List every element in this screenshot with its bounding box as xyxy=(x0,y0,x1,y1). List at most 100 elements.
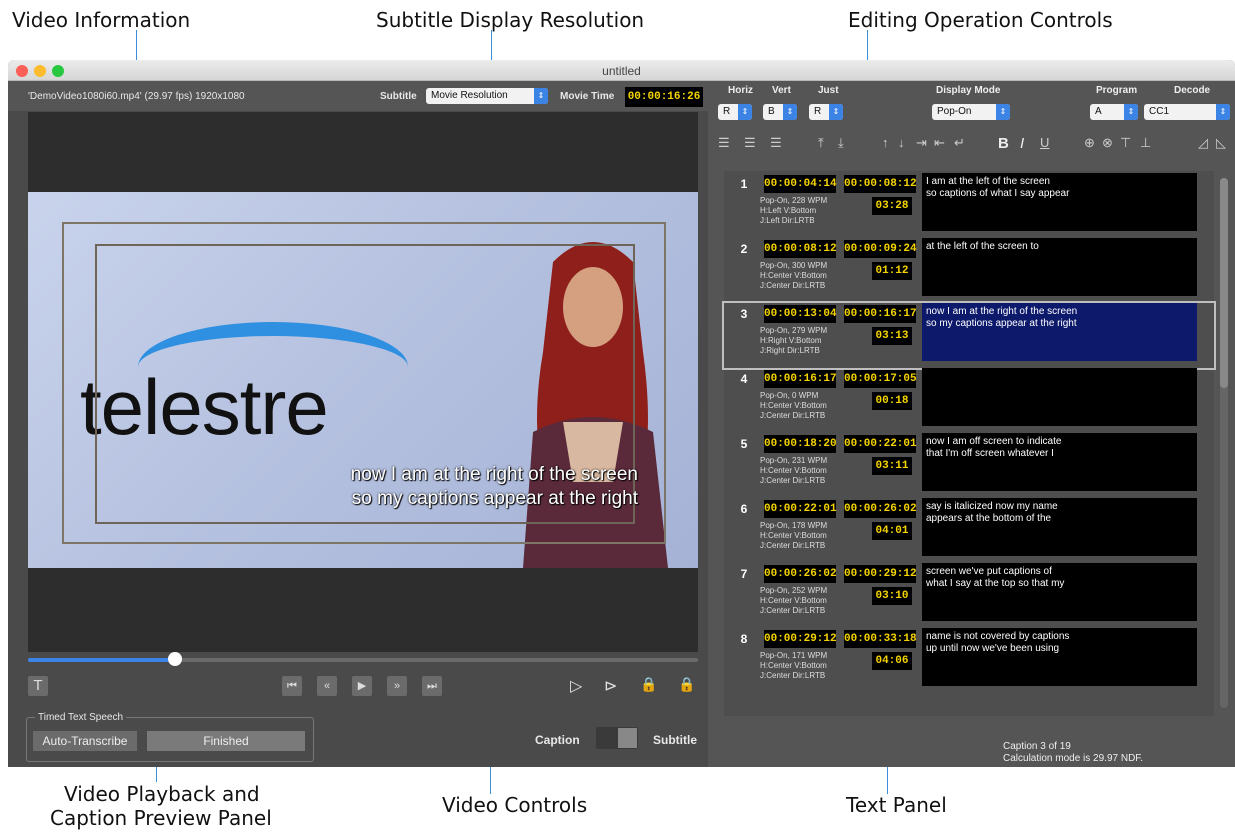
caption-entry[interactable]: 7 00:00:26:02 00:00:29:12 03:10 Pop-On, 252 … xyxy=(724,563,1214,628)
play-caption-icon[interactable]: ▷ xyxy=(570,676,582,696)
caption-text-line2: so my captions appear at the right xyxy=(926,318,1077,329)
caption-number: 8 xyxy=(740,632,748,646)
caption-justification: J:Center Dir:LRTB xyxy=(760,671,826,680)
caption-start-time[interactable]: 00:00:26:02 xyxy=(764,565,837,583)
caption-start-time[interactable]: 00:00:22:01 xyxy=(764,500,837,518)
caption-entry[interactable]: 5 00:00:18:20 00:00:22:01 03:11 Pop-On, 231 … xyxy=(724,433,1214,498)
chevron-updown-icon: ⇕ xyxy=(996,104,1010,120)
caption-start-time[interactable]: 00:00:08:12 xyxy=(764,240,837,258)
caption-text-box[interactable]: now I am off screen to indicate that I'm … xyxy=(922,433,1197,491)
forward-to-end-button[interactable]: ⏭ xyxy=(422,676,442,696)
caption-end-time[interactable]: 00:00:29:12 xyxy=(844,565,917,583)
caption-entry[interactable]: 3 00:00:13:04 00:00:16:17 03:13 Pop-On, 279 … xyxy=(722,301,1216,370)
caption-start-time[interactable]: 00:00:13:04 xyxy=(764,305,837,323)
caption-end-time[interactable]: 00:00:09:24 xyxy=(844,240,917,258)
auto-transcribe-button[interactable]: Auto-Transcribe xyxy=(33,731,137,751)
caption-mode-wpm: Pop-On, 252 WPM xyxy=(760,586,828,595)
arrow-up-icon[interactable]: ↑ xyxy=(882,135,889,150)
timed-text-speech-group: Timed Text Speech Auto-Transcribe Finish… xyxy=(26,712,314,762)
caption-end-time[interactable]: 00:00:16:17 xyxy=(844,305,917,323)
display-mode-select[interactable]: Pop-On ⇕ xyxy=(932,104,1010,120)
caption-text-box[interactable]: now I am at the right of the screen so my… xyxy=(922,303,1197,361)
underline-icon[interactable]: U xyxy=(1040,135,1049,150)
transcribe-status: Finished xyxy=(147,731,305,751)
remove-caption-icon[interactable]: ⊗ xyxy=(1102,135,1113,151)
caption-subtitle-toggle[interactable] xyxy=(596,727,638,749)
caption-entry[interactable]: 2 00:00:08:12 00:00:09:24 01:12 Pop-On, 300 … xyxy=(724,238,1214,303)
horiz-select[interactable]: R ⇕ xyxy=(718,104,752,120)
rewind-button[interactable]: « xyxy=(317,676,337,696)
italic-slant-icon[interactable]: ◿ xyxy=(1198,135,1208,151)
arrow-down-icon[interactable]: ↓ xyxy=(898,135,905,150)
caption-text-box[interactable]: say is italicized now my name appears at … xyxy=(922,498,1197,556)
caption-list-scrollbar[interactable] xyxy=(1220,178,1228,708)
chevron-updown-icon: ⇕ xyxy=(783,104,797,120)
subtitle-resolution-select[interactable]: Movie Resolution ⇕ xyxy=(426,88,548,104)
return-icon[interactable]: ↵ xyxy=(954,135,965,151)
caption-start-time[interactable]: 00:00:18:20 xyxy=(764,435,837,453)
forward-button[interactable]: » xyxy=(387,676,407,696)
chevron-updown-icon: ⇕ xyxy=(829,104,843,120)
caption-mode-wpm: Pop-On, 178 WPM xyxy=(760,521,828,530)
rewind-to-start-button[interactable]: ⏮ xyxy=(282,676,302,696)
callout-video-playback-line1: Video Playback and xyxy=(64,782,260,806)
insert-above-icon[interactable]: ⊤ xyxy=(1120,135,1131,151)
vert-value: B xyxy=(768,106,775,117)
caption-number: 6 xyxy=(740,502,748,516)
caption-lock-icon[interactable]: 🔒 xyxy=(640,676,657,693)
video-preview-panel[interactable]: telestre now I am at the right of the sc… xyxy=(28,112,698,652)
just-select[interactable]: R ⇕ xyxy=(809,104,843,120)
caption-start-time[interactable]: 00:00:16:17 xyxy=(764,370,837,388)
program-select[interactable]: A ⇕ xyxy=(1090,104,1138,120)
add-caption-icon[interactable]: ⊕ xyxy=(1084,135,1095,151)
italic-icon[interactable]: I xyxy=(1020,135,1024,152)
program-value: A xyxy=(1095,106,1102,117)
caption-justification: J:Center Dir:LRTB xyxy=(760,541,826,550)
vert-select[interactable]: B ⇕ xyxy=(763,104,797,120)
caption-end-time[interactable]: 00:00:08:12 xyxy=(844,175,917,193)
title-bar: untitled xyxy=(8,60,1235,81)
caption-meta: Pop-On, 0 WPM H:Center V:Bottom J:Center D… xyxy=(760,391,827,421)
split-icon[interactable]: ⇥ xyxy=(916,135,927,151)
playback-scrubber[interactable] xyxy=(28,658,698,662)
caption-end-time[interactable]: 00:00:22:01 xyxy=(844,435,917,453)
caption-end-time[interactable]: 00:00:26:02 xyxy=(844,500,917,518)
align-right-icon[interactable]: ☰ xyxy=(770,135,782,151)
align-bottom-icon[interactable]: ⤓ xyxy=(838,135,844,151)
align-center-icon[interactable]: ☰ xyxy=(744,135,756,151)
caption-duration: 03:11 xyxy=(872,457,912,475)
caption-justification: J:Center Dir:LRTB xyxy=(760,606,826,615)
caption-text-box[interactable]: I am at the left of the screen so caption… xyxy=(922,173,1197,231)
caption-end-time[interactable]: 00:00:17:05 xyxy=(844,370,917,388)
caption-text-box[interactable] xyxy=(922,368,1197,426)
video-lock-icon[interactable]: 🔒 xyxy=(678,676,695,693)
callout-video-playback-line2: Caption Preview Panel xyxy=(50,806,272,830)
scrubber-knob[interactable] xyxy=(168,652,183,666)
caption-duration: 04:06 xyxy=(872,652,912,670)
caption-entry[interactable]: 1 00:00:04:14 00:00:08:12 03:28 Pop-On, 228 … xyxy=(724,173,1214,238)
align-top-icon[interactable]: ⤒ xyxy=(818,135,824,151)
bold-icon[interactable]: B xyxy=(998,135,1009,152)
insert-below-icon[interactable]: ⊥ xyxy=(1140,135,1151,151)
align-left-icon[interactable]: ☰ xyxy=(718,135,730,151)
caption-entry[interactable]: 4 00:00:16:17 00:00:17:05 00:18 Pop-On, 0 WP… xyxy=(724,368,1214,433)
caption-entry[interactable]: 8 00:00:29:12 00:00:33:18 04:06 Pop-On, 171 … xyxy=(724,628,1214,693)
just-value: R xyxy=(814,106,822,117)
scrollbar-thumb[interactable] xyxy=(1220,178,1228,388)
text-tool-button[interactable]: T xyxy=(28,676,48,696)
merge-icon[interactable]: ⇤ xyxy=(934,135,945,151)
caption-text-box[interactable]: at the left of the screen to xyxy=(922,238,1197,296)
play-button[interactable]: ▶ xyxy=(352,676,372,696)
caption-entry[interactable]: 6 00:00:22:01 00:00:26:02 04:01 Pop-On, 178 … xyxy=(724,498,1214,563)
caption-start-time[interactable]: 00:00:04:14 xyxy=(764,175,837,193)
decode-select[interactable]: CC1 ⇕ xyxy=(1144,104,1230,120)
caption-end-time[interactable]: 00:00:33:18 xyxy=(844,630,917,648)
reverse-slant-icon[interactable]: ◺ xyxy=(1216,135,1226,151)
caption-text-box[interactable]: name is not covered by captions up until … xyxy=(922,628,1197,686)
caption-text-line2: up until now we've been using xyxy=(926,643,1060,654)
play-from-caption-icon[interactable]: ⊳ xyxy=(604,676,617,696)
caption-meta: Pop-On, 252 WPM H:Center V:Bottom J:Center… xyxy=(760,586,827,616)
caption-text-box[interactable]: screen we've put captions of what I say a… xyxy=(922,563,1197,621)
caption-number: 3 xyxy=(740,307,748,321)
caption-start-time[interactable]: 00:00:29:12 xyxy=(764,630,837,648)
